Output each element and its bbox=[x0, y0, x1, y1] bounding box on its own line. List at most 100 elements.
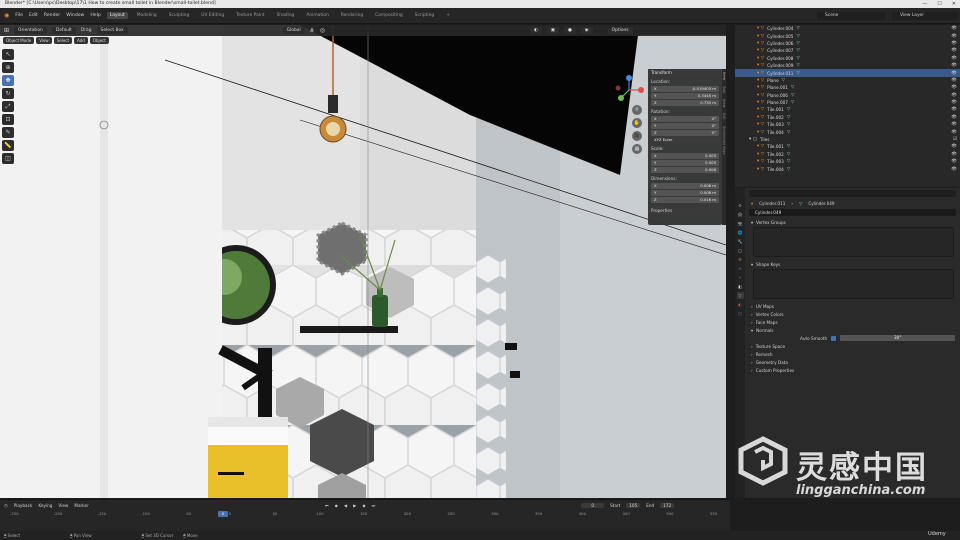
outliner-object-row[interactable]: ▾ ▽ Plane.006 ▽ 👁 bbox=[735, 92, 960, 99]
visibility-eye-icon[interactable]: 👁 bbox=[951, 71, 957, 76]
material-tab-icon[interactable]: ◐ bbox=[737, 301, 744, 308]
outliner-collection-row[interactable]: ▾ ▢ Tiles ☑ bbox=[735, 136, 960, 143]
auto-smooth-checkbox[interactable] bbox=[831, 335, 837, 341]
visibility-eye-icon[interactable]: 👁 bbox=[951, 26, 957, 31]
visibility-eye-icon[interactable]: 👁 bbox=[951, 159, 957, 164]
play-reverse-icon[interactable]: ◀ bbox=[344, 503, 347, 508]
vertex-groups-list[interactable] bbox=[753, 227, 954, 257]
visibility-eye-icon[interactable]: 👁 bbox=[951, 122, 957, 127]
outliner-object-row[interactable]: ▾ ▽ Tile.002 ▽ 👁 bbox=[735, 114, 960, 121]
visibility-eye-icon[interactable]: 👁 bbox=[951, 56, 957, 61]
shape-keys-panel[interactable]: ▾ Shape Keys bbox=[745, 260, 960, 268]
workspace-tab-texture-paint[interactable]: Texture Paint bbox=[233, 12, 267, 19]
menu-edit[interactable]: Edit bbox=[29, 13, 38, 18]
rotation-z-field[interactable]: Z 0° bbox=[651, 130, 719, 136]
workspace-tab-modeling[interactable]: Modeling bbox=[134, 12, 160, 19]
rotation-x-field[interactable]: X 0° bbox=[651, 116, 719, 122]
workspace-tab-layout[interactable]: Layout bbox=[106, 12, 128, 19]
menu-render[interactable]: Render bbox=[44, 13, 60, 18]
shading-solid[interactable]: ● bbox=[563, 27, 576, 34]
view-menu[interactable]: View bbox=[58, 503, 68, 508]
marker-menu[interactable]: Marker bbox=[74, 503, 88, 508]
properties-search-input[interactable] bbox=[749, 190, 956, 197]
outliner-object-row[interactable]: ▾ ▽ Tile.001 ▽ 👁 bbox=[735, 143, 960, 150]
workspace-tab-rendering[interactable]: Rendering bbox=[338, 12, 366, 19]
select-menu[interactable]: Select bbox=[53, 36, 73, 44]
outliner-object-row[interactable]: ▾ ▽ Cylinder.011 ▽ 👁 bbox=[735, 69, 960, 77]
workspace-tab-sculpting[interactable]: Sculpting bbox=[166, 12, 193, 19]
object-tab-icon[interactable]: ⚒ bbox=[737, 256, 744, 263]
timeline-editor-icon[interactable]: ◷ bbox=[4, 503, 8, 508]
jump-start-icon[interactable]: ⏮ bbox=[325, 503, 329, 508]
rotate-tool-icon[interactable]: ↻ bbox=[2, 88, 14, 99]
location-x-field[interactable]: X -0.019403 m bbox=[651, 86, 719, 92]
timeline-ruler[interactable]: -250 -200 -150 -100 -50 0 50 100 150 200 250 300 350… bbox=[0, 510, 730, 518]
visibility-eye-icon[interactable]: 👁 bbox=[951, 100, 957, 105]
outliner-object-row[interactable]: ▾ ▽ Tile.003 ▽ 👁 bbox=[735, 158, 960, 165]
rotation-y-field[interactable]: Y 0° bbox=[651, 123, 719, 129]
prev-keyframe-icon[interactable]: ◆ bbox=[335, 503, 338, 508]
zoom-icon[interactable]: ⚲ bbox=[632, 105, 642, 115]
navigation-gizmo[interactable] bbox=[614, 75, 644, 105]
workspace-tab-uv-editing[interactable]: UV Editing bbox=[198, 12, 227, 19]
play-icon[interactable]: ▶ bbox=[353, 503, 356, 508]
workspace-tab-animation[interactable]: Animation bbox=[303, 12, 331, 19]
outliner-object-row[interactable]: ▾ ▽ Cylinder.009 ▽ 👁 bbox=[735, 62, 960, 69]
object-mode-dropdown[interactable]: Object Mode bbox=[3, 36, 35, 44]
playback-menu[interactable]: Playback bbox=[14, 503, 33, 508]
measure-tool-icon[interactable]: 📏 bbox=[2, 140, 14, 151]
orientation-dropdown[interactable]: Default bbox=[51, 27, 76, 34]
drag-dropdown[interactable]: Select Box bbox=[96, 27, 128, 34]
n-panel-tab-tool[interactable]: Tool bbox=[722, 80, 726, 93]
workspace-tab-scripting[interactable]: Scripting bbox=[412, 12, 438, 19]
maximize-button[interactable]: ☐ bbox=[937, 0, 941, 8]
vertex-colors-panel[interactable]: › Vertex Colors bbox=[745, 310, 960, 318]
xray-toggle[interactable]: ▣ bbox=[546, 27, 559, 34]
visibility-eye-icon[interactable]: 👁 bbox=[951, 34, 957, 39]
add-cube-tool-icon[interactable]: ◫ bbox=[2, 153, 14, 164]
scale-y-field[interactable]: Y 0.005 bbox=[651, 160, 719, 166]
menu-file[interactable]: File bbox=[15, 13, 23, 18]
outliner-object-row[interactable]: ▾ ▽ Tile.003 ▽ 👁 bbox=[735, 121, 960, 128]
rotation-mode-dropdown[interactable]: XYZ Euler bbox=[651, 137, 719, 143]
location-z-field[interactable]: Z 0.735 m bbox=[651, 100, 719, 106]
shape-keys-list[interactable] bbox=[753, 269, 954, 299]
object-menu[interactable]: Object bbox=[89, 36, 109, 44]
dimension-z-field[interactable]: Z 0.016 m bbox=[651, 197, 719, 203]
visibility-eye-icon[interactable]: 👁 bbox=[951, 115, 957, 120]
outliner-object-row[interactable]: ▾ ▽ Plane.007 ▽ 👁 bbox=[735, 99, 960, 106]
auto-smooth-angle-field[interactable]: 30° bbox=[840, 335, 956, 341]
vertex-groups-panel[interactable]: ▾ Vertex Groups bbox=[745, 218, 960, 226]
current-frame-field[interactable]: 0 bbox=[581, 502, 605, 508]
cursor-tool-icon[interactable]: ⊕ bbox=[2, 62, 14, 73]
collection-checkbox[interactable]: ☑ bbox=[953, 137, 957, 142]
move-tool-icon[interactable]: ✥ bbox=[2, 75, 14, 86]
uv-maps-panel[interactable]: › UV Maps bbox=[745, 302, 960, 310]
outliner-object-row[interactable]: ▾ ▽ Cylinder.008 ▽ 👁 bbox=[735, 55, 960, 62]
visibility-eye-icon[interactable]: 👁 bbox=[951, 48, 957, 53]
mesh-datablock-field[interactable]: Cylinder.049 bbox=[749, 209, 956, 216]
outliner-object-row[interactable]: ▾ ▽ Tile.001 ▽ 👁 bbox=[735, 106, 960, 113]
minimize-button[interactable]: — bbox=[922, 0, 927, 8]
workspace-tab-compositing[interactable]: Compositing bbox=[372, 12, 406, 19]
outliner-object-row[interactable]: ▾ ▽ Cylinder.004 ▽ 👁 bbox=[735, 25, 960, 32]
visibility-eye-icon[interactable]: 👁 bbox=[951, 130, 957, 135]
tool-tab-icon[interactable]: ⚙ bbox=[737, 202, 744, 209]
workspace-tab-shading[interactable]: Shading bbox=[274, 12, 298, 19]
visibility-eye-icon[interactable]: 👁 bbox=[951, 93, 957, 98]
visibility-eye-icon[interactable]: 👁 bbox=[951, 167, 957, 172]
end-frame-field[interactable]: 172 bbox=[660, 502, 675, 508]
3d-viewport[interactable]: ⊞ Orientation Default Drag Select Box Gl… bbox=[0, 25, 726, 498]
overlay-toggle[interactable]: ◐ bbox=[529, 27, 542, 34]
keying-menu[interactable]: Keying bbox=[38, 503, 52, 508]
shading-rendered[interactable]: ◉ bbox=[580, 27, 593, 34]
outliner-object-row[interactable]: ▾ ▽ Cylinder.007 ▽ 👁 bbox=[735, 47, 960, 54]
location-y-field[interactable]: Y 0.3445 m bbox=[651, 93, 719, 99]
texture-tab-icon[interactable]: ⬡ bbox=[737, 310, 744, 317]
visibility-eye-icon[interactable]: 👁 bbox=[951, 63, 957, 68]
close-button[interactable]: ✕ bbox=[952, 0, 956, 8]
outliner-object-row[interactable]: ▾ ▽ Cylinder.006 ▽ 👁 bbox=[735, 40, 960, 47]
outliner-object-row[interactable]: ▾ ▽ Plane ▽ 👁 bbox=[735, 77, 960, 84]
scale-x-field[interactable]: X 0.005 bbox=[651, 153, 719, 159]
visibility-eye-icon[interactable]: 👁 bbox=[951, 152, 957, 157]
